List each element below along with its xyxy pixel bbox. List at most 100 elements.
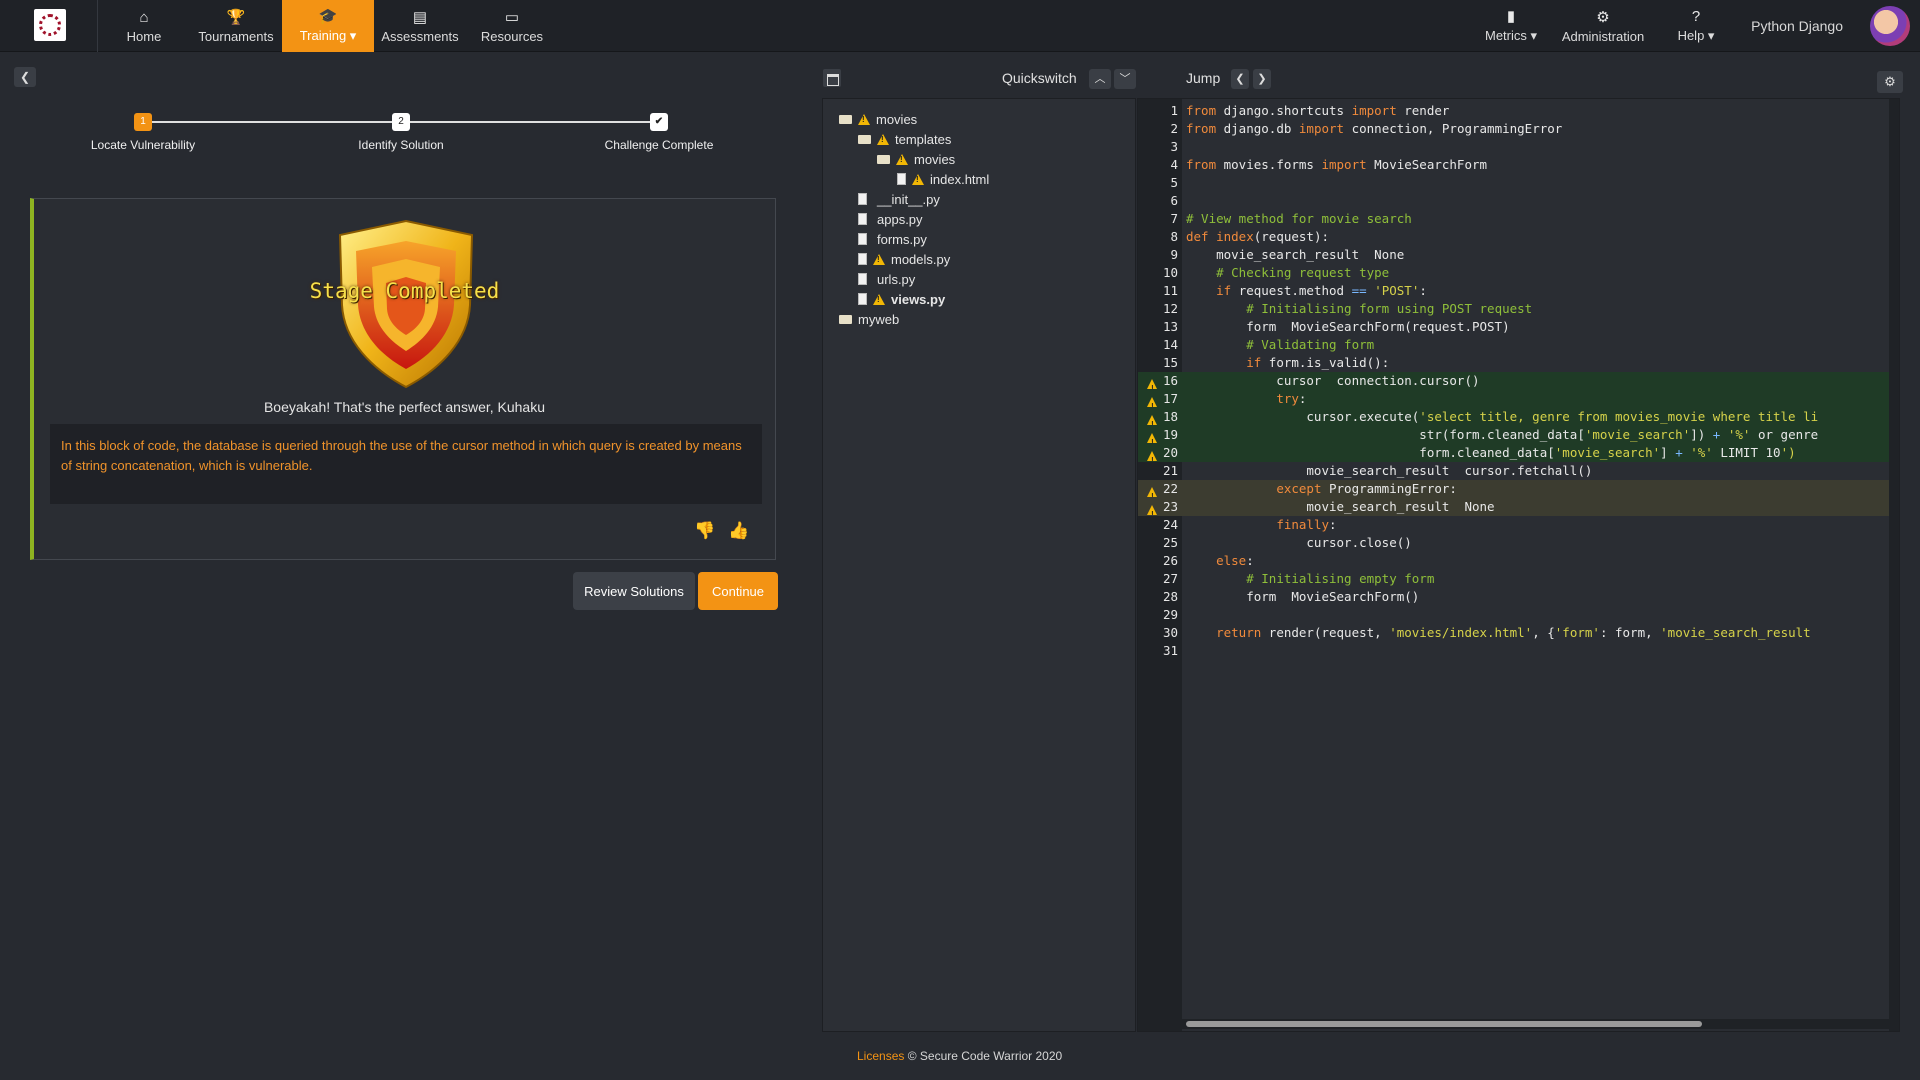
code-line[interactable]: 21 movie_search_result cursor.fetchall() (1138, 462, 1899, 480)
code-line[interactable]: 26 else: (1138, 552, 1899, 570)
code-line[interactable]: 2 from django.db import connection, Progr… (1138, 120, 1899, 138)
toggle-file-tree-button[interactable] (823, 69, 841, 87)
code-line[interactable]: 28 form MovieSearchForm() (1138, 588, 1899, 606)
tree-item-label: movies (914, 151, 956, 167)
code-line[interactable]: 8 def index(request): (1138, 228, 1899, 246)
code-line[interactable]: 20 form.cleaned_data['movie_search'] + '… (1138, 444, 1899, 470)
code-text: def index(request): (1186, 229, 1330, 244)
nav-tournaments[interactable]: 🏆 Tournaments (196, 0, 276, 52)
code-line[interactable]: 6 (1138, 192, 1899, 210)
code-line[interactable]: 12 # Initialising form using POST reques… (1138, 300, 1899, 318)
nav-help[interactable]: ? Help ▾ (1672, 0, 1720, 52)
tree-item[interactable]: movies (877, 149, 955, 169)
code-text: finally: (1276, 517, 1337, 532)
code-line[interactable]: 3 (1138, 138, 1899, 156)
code-line[interactable]: 27 # Initialising empty form (1138, 570, 1899, 588)
line-number: 25 (1162, 535, 1178, 550)
code-line[interactable]: 9 movie_search_result None (1138, 246, 1899, 264)
code-line[interactable]: 19 str(form.cleaned_data['movie_search']… (1138, 426, 1899, 452)
code-line[interactable]: 31 (1138, 642, 1899, 660)
continue-button[interactable]: Continue (698, 572, 778, 610)
nav-administration[interactable]: ⚙ Administration (1560, 0, 1646, 52)
jump-prev-button[interactable]: ❮ (1231, 69, 1249, 89)
line-number: 26 (1162, 553, 1178, 568)
jump-next-button[interactable]: ❯ (1253, 69, 1271, 89)
user-name[interactable]: Python Django (1751, 18, 1843, 34)
code-line[interactable]: 15 if form.is_valid(): (1138, 354, 1899, 372)
line-number: 10 (1162, 265, 1178, 280)
code-text: cursor.execute('select title, genre from… (1186, 409, 1819, 424)
licenses-link[interactable]: Licenses (857, 1049, 904, 1063)
editor-settings-button[interactable]: ⚙ (1877, 71, 1903, 93)
code-line[interactable]: 25 cursor.close() (1138, 534, 1899, 552)
tree-item[interactable]: urls.py (858, 269, 915, 289)
tree-item[interactable]: apps.py (858, 209, 923, 229)
code-text: from movies.forms import MovieSearchForm (1186, 157, 1488, 172)
nav-home[interactable]: ⌂ Home (118, 0, 170, 52)
vertical-scrollbar[interactable] (1889, 99, 1899, 1031)
code-text: cursor.close() (1186, 535, 1412, 550)
code-text: movie_search_result cursor.fetchall() (1186, 463, 1593, 478)
code-line[interactable]: 5 (1138, 174, 1899, 192)
nav-training[interactable]: 🎓 Training ▾ (282, 0, 374, 52)
tree-item[interactable]: __init__.py (858, 189, 940, 209)
code-line[interactable]: 11 if request.method == 'POST': (1138, 282, 1899, 300)
trophy-icon: 🏆 (226, 8, 246, 26)
app-logo[interactable] (34, 9, 66, 41)
warning-icon (912, 173, 924, 185)
badge-title: Stage Completed (309, 279, 500, 303)
tree-item[interactable]: forms.py (858, 229, 927, 249)
code-line[interactable]: 10 # Checking request type (1138, 264, 1899, 282)
quickswitch-up-button[interactable]: ︿ (1089, 69, 1111, 89)
code-line[interactable]: 22 except ProgrammingError: (1138, 480, 1899, 506)
line-number: 9 (1170, 247, 1178, 262)
presentation-icon: ▭ (504, 8, 520, 26)
collapse-panel-button[interactable]: ❮ (14, 67, 36, 87)
code-line[interactable]: 30 return render(request, 'movies/index.… (1138, 624, 1899, 642)
file-icon (858, 273, 867, 285)
code-line[interactable]: 24 finally: (1138, 516, 1899, 534)
code-editor[interactable]: 1 from django.shortcuts import render 2 fro… (1137, 98, 1900, 1032)
code-line[interactable]: 17 try: (1138, 390, 1899, 416)
code-line[interactable]: 29 (1138, 606, 1899, 624)
home-icon: ⌂ (139, 8, 149, 26)
tree-item[interactable]: models.py (858, 249, 950, 269)
step-1-marker: 1 (134, 113, 152, 131)
code-line[interactable]: 14 # Validating form (1138, 336, 1899, 354)
tree-item[interactable]: index.html (897, 169, 989, 189)
tree-item[interactable]: templates (858, 129, 951, 149)
nav-assessments[interactable]: ▤ Assessments (380, 0, 460, 52)
avatar[interactable] (1870, 6, 1910, 46)
thumbs-up-icon[interactable]: 👍 (728, 521, 749, 541)
horizontal-scrollbar[interactable] (1182, 1019, 1898, 1029)
code-line[interactable]: 18 cursor.execute('select title, genre f… (1138, 408, 1899, 434)
step-3-label: Challenge Complete (604, 138, 714, 152)
line-number: 21 (1162, 463, 1178, 478)
code-line[interactable]: 23 movie_search_result None (1138, 498, 1899, 524)
nav-metrics[interactable]: ▮ Metrics ▾ (1480, 0, 1542, 52)
nav-resources[interactable]: ▭ Resources (478, 0, 546, 52)
review-solutions-button[interactable]: Review Solutions (573, 572, 695, 610)
quickswitch-down-button[interactable]: ﹀ (1114, 69, 1136, 89)
step-3-marker: ✔ (650, 113, 668, 131)
jump-label: Jump (1186, 70, 1221, 86)
copyright-text: © Secure Code Warrior 2020 (907, 1049, 1063, 1063)
line-number: 31 (1162, 643, 1178, 658)
code-line[interactable]: 16 cursor connection.cursor() (1138, 372, 1899, 398)
file-icon (858, 293, 867, 305)
code-text: form MovieSearchForm() (1186, 589, 1420, 604)
code-line[interactable]: 1 from django.shortcuts import render (1138, 102, 1899, 120)
thumbs-down-icon[interactable]: 👎 (694, 521, 715, 541)
code-line[interactable]: 4 from movies.forms import MovieSearchFor… (1138, 156, 1899, 174)
tree-item-selected[interactable]: views.py (858, 289, 945, 309)
code-text: # Checking request type (1216, 265, 1390, 280)
tree-item-label: index.html (930, 171, 990, 187)
code-line[interactable]: 7 # View method for movie search (1138, 210, 1899, 228)
tree-item[interactable]: myweb (839, 309, 899, 329)
line-number: 7 (1170, 211, 1178, 226)
scrollbar-thumb[interactable] (1186, 1021, 1702, 1027)
tree-item[interactable]: movies (839, 109, 917, 129)
code-line[interactable]: 13 form MovieSearchForm(request.POST) (1138, 318, 1899, 336)
warning-icon (877, 133, 889, 145)
warning-icon (858, 113, 870, 125)
